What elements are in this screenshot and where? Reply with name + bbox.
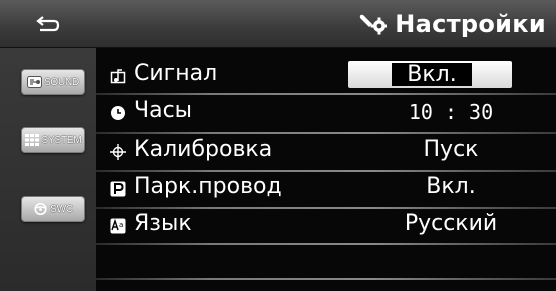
- sound-icon: [26, 76, 42, 88]
- setting-value: Вкл.: [426, 174, 476, 199]
- setting-label: Язык: [134, 211, 192, 236]
- language-icon: a: [110, 218, 126, 234]
- row-divider: [96, 132, 556, 134]
- back-button[interactable]: [0, 0, 96, 47]
- setting-value: Вкл.: [392, 63, 472, 86]
- steering-wheel-icon: [34, 203, 47, 215]
- row-divider: [96, 243, 556, 245]
- setting-value: Пуск: [423, 137, 479, 162]
- clock-icon: [111, 106, 125, 120]
- sidebar-item-label: SYSTEM: [41, 134, 82, 146]
- sidebar-item-sound[interactable]: SOUND: [21, 69, 85, 95]
- setting-row-clock[interactable]: Часы 10 : 30: [96, 96, 556, 130]
- sidebar: SOUND SYSTEM SWC: [0, 48, 96, 291]
- svg-text:a: a: [119, 221, 123, 229]
- crosshair-icon: [110, 144, 126, 160]
- setting-row-language[interactable]: a Язык Русский: [96, 209, 556, 243]
- page-title-group: Настройки: [359, 0, 546, 47]
- setting-label: Парк.провод: [134, 174, 282, 199]
- beep-note-icon: [110, 69, 126, 84]
- sidebar-item-swc[interactable]: SWC: [21, 196, 85, 222]
- settings-list: Сигнал Вкл. Часы 10 : 30 Калибровка Пуск: [96, 48, 556, 291]
- top-bar: Настройки: [0, 0, 556, 48]
- page-title: Настройки: [395, 9, 546, 38]
- sidebar-item-system[interactable]: SYSTEM: [21, 127, 85, 153]
- grid-icon: [24, 134, 39, 146]
- setting-value: Русский: [404, 211, 498, 236]
- setting-row-parking-wire[interactable]: Парк.провод Вкл.: [96, 172, 556, 206]
- setting-label: Сигнал: [134, 61, 218, 86]
- back-arrow-icon: [36, 15, 60, 31]
- settings-screen: Настройки SOUND SYSTEM SWC Сигнал Вкл. Ч…: [0, 0, 556, 291]
- parking-icon: [110, 181, 126, 197]
- wrench-gear-icon: [360, 14, 388, 34]
- row-divider: [96, 93, 556, 95]
- row-divider: [96, 278, 556, 280]
- setting-row-calibration[interactable]: Калибровка Пуск: [96, 135, 556, 169]
- sidebar-item-label: SWC: [50, 203, 73, 215]
- setting-label: Часы: [134, 98, 193, 123]
- sidebar-item-label: SOUND: [43, 76, 80, 88]
- setting-label: Калибровка: [134, 137, 273, 162]
- setting-value: 10 : 30: [408, 100, 494, 124]
- signal-value-button[interactable]: Вкл.: [348, 61, 512, 88]
